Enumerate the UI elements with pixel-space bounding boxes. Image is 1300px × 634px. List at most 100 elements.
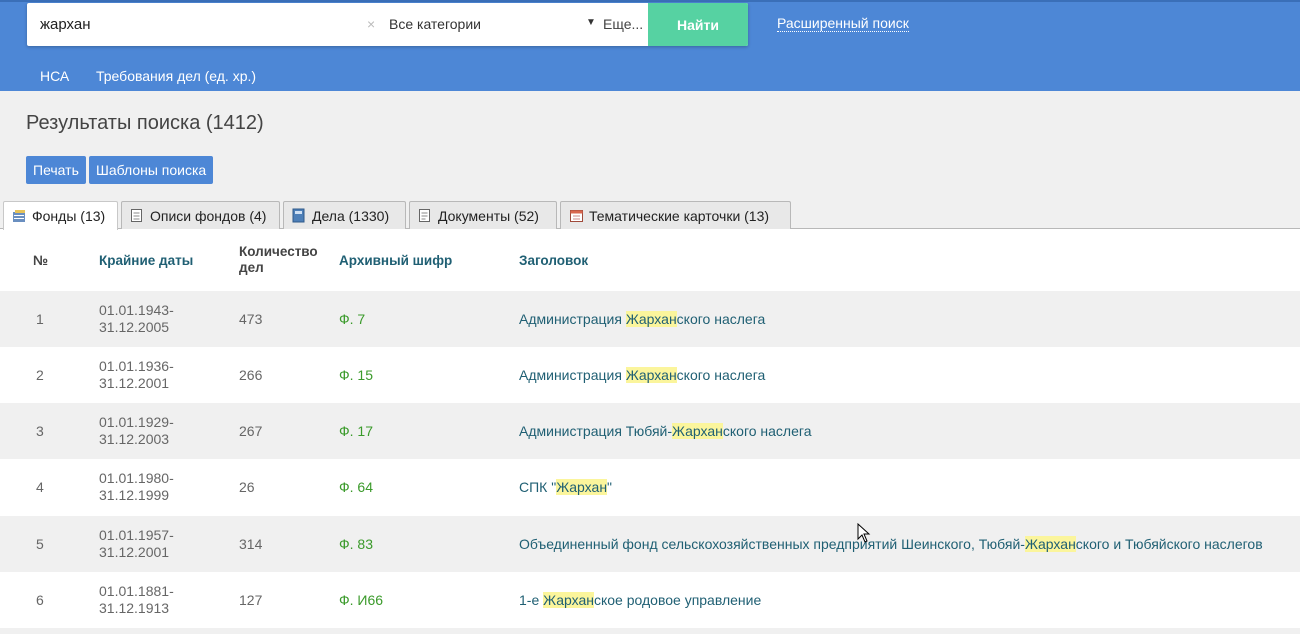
nav-item-nsa[interactable]: НСА bbox=[40, 68, 69, 84]
row-dates: 01.01.1943- 31.12.2005 bbox=[99, 302, 174, 336]
header-title[interactable]: Заголовок bbox=[519, 253, 588, 268]
row-title-link[interactable]: Администрация Жарханского наслега bbox=[519, 367, 765, 383]
search-highlight: Жархан bbox=[625, 367, 677, 383]
tab-documents[interactable]: Документы (52) bbox=[409, 201, 557, 229]
more-categories-link[interactable]: Еще... bbox=[603, 16, 643, 32]
tab-cases[interactable]: Дела (1330) bbox=[283, 201, 406, 229]
tab-label: Тематические карточки (13) bbox=[589, 207, 770, 224]
row-code-link[interactable]: Ф. 83 bbox=[339, 536, 373, 552]
title-text: " bbox=[607, 479, 613, 495]
tab-inventories[interactable]: Описи фондов (4) bbox=[121, 201, 280, 229]
row-dates: 01.01.1980- 31.12.1999 bbox=[99, 470, 174, 504]
row-count: 473 bbox=[239, 311, 263, 327]
title-text: ского наслега bbox=[676, 367, 766, 383]
page-title: Результаты поиска (1412) bbox=[26, 112, 264, 134]
row-dates: 01.01.1957- 31.12.2001 bbox=[99, 527, 174, 561]
table-row-partial bbox=[0, 628, 1300, 634]
row-title-link[interactable]: Администрация Жарханского наслега bbox=[519, 311, 765, 327]
calendar-cards-icon bbox=[569, 208, 583, 223]
title-text: ское родовое управление bbox=[593, 592, 762, 608]
tab-label: Документы (52) bbox=[438, 207, 539, 224]
row-num: 4 bbox=[36, 479, 44, 495]
row-num: 2 bbox=[36, 367, 44, 383]
date-to: 31.12.2005 bbox=[99, 319, 170, 335]
row-title-link[interactable]: Объединенный фонд сельскохозяйственных п… bbox=[519, 536, 1263, 552]
table-row[interactable]: 6 01.01.1881- 31.12.1913 127 Ф. И66 1-е Ж… bbox=[0, 572, 1300, 628]
header-count-line1: Количество bbox=[239, 244, 318, 259]
search-highlight: Жархан bbox=[672, 423, 723, 439]
table-row[interactable]: 3 01.01.1929- 31.12.2003 267 Ф. 17 Админи… bbox=[0, 403, 1300, 459]
documents-icon bbox=[418, 208, 432, 223]
row-count: 314 bbox=[239, 536, 263, 552]
title-text: СПК " bbox=[519, 479, 557, 495]
fonds-icon bbox=[12, 209, 26, 224]
title-text: ского наслега bbox=[676, 311, 766, 327]
title-text: 1-е bbox=[519, 592, 544, 608]
search-input[interactable] bbox=[27, 3, 347, 46]
search-highlight: Жархан bbox=[543, 592, 594, 608]
search-highlight: Жархан bbox=[625, 311, 677, 327]
row-title-link[interactable]: Администрация Тюбяй-Жарханского наслега bbox=[519, 423, 811, 439]
title-text: Администрация Тюбяй- bbox=[519, 423, 673, 439]
tab-label: Дела (1330) bbox=[312, 207, 390, 224]
table-header: № Крайние даты Количество дел Архивный ш… bbox=[0, 229, 1300, 291]
search-highlight: Жархан bbox=[1024, 536, 1076, 552]
title-text: Администрация bbox=[519, 367, 626, 383]
date-from: 01.01.1936- bbox=[99, 358, 174, 374]
mouse-cursor-icon bbox=[857, 522, 871, 546]
header-dates[interactable]: Крайние даты bbox=[99, 253, 193, 268]
title-text: Администрация bbox=[519, 311, 626, 327]
row-num: 1 bbox=[36, 311, 44, 327]
row-code-link[interactable]: Ф. И66 bbox=[339, 592, 383, 608]
inventory-icon bbox=[130, 208, 144, 223]
header-num: № bbox=[33, 253, 49, 268]
row-num: 6 bbox=[36, 592, 44, 608]
nav-item-case-requests[interactable]: Требования дел (ед. хр.) bbox=[96, 68, 256, 84]
search-highlight: Жархан bbox=[556, 479, 608, 495]
search-box: × Все категории ▼ Еще... Найти bbox=[27, 3, 748, 46]
header-bar: × Все категории ▼ Еще... Найти Расширенн… bbox=[0, 0, 1300, 91]
title-text: ского наслега bbox=[722, 423, 812, 439]
date-to: 31.12.2001 bbox=[99, 544, 170, 560]
row-code-link[interactable]: Ф. 15 bbox=[339, 367, 373, 383]
print-button[interactable]: Печать bbox=[26, 156, 86, 184]
header-count: Количество дел bbox=[239, 244, 318, 276]
table-row[interactable]: 1 01.01.1943- 31.12.2005 473 Ф. 7 Админис… bbox=[0, 291, 1300, 347]
row-num: 5 bbox=[36, 536, 44, 552]
row-code-link[interactable]: Ф. 64 bbox=[339, 479, 373, 495]
title-text: Объединенный фонд сельскохозяйственных п… bbox=[519, 536, 1025, 552]
date-from: 01.01.1957- bbox=[99, 527, 174, 543]
row-title-link[interactable]: 1-е Жарханское родовое управление bbox=[519, 592, 761, 608]
table-row[interactable]: 2 01.01.1936- 31.12.2001 266 Ф. 15 Админи… bbox=[0, 347, 1300, 403]
clear-icon[interactable]: × bbox=[367, 16, 375, 32]
row-count: 26 bbox=[239, 479, 255, 495]
caret-down-icon[interactable]: ▼ bbox=[586, 17, 596, 28]
date-from: 01.01.1929- bbox=[99, 414, 174, 430]
header-code[interactable]: Архивный шифр bbox=[339, 253, 452, 268]
find-button[interactable]: Найти bbox=[648, 3, 748, 46]
row-num: 3 bbox=[36, 423, 44, 439]
date-from: 01.01.1980- bbox=[99, 470, 174, 486]
date-to: 31.12.2001 bbox=[99, 375, 170, 391]
category-select[interactable]: Все категории bbox=[389, 16, 597, 32]
title-text: ского и Тюбяйского наслегов bbox=[1075, 536, 1263, 552]
date-to: 31.12.1999 bbox=[99, 487, 170, 503]
header-count-line2: дел bbox=[239, 260, 264, 275]
row-title-link[interactable]: СПК "Жархан" bbox=[519, 479, 612, 495]
row-count: 127 bbox=[239, 592, 263, 608]
row-dates: 01.01.1929- 31.12.2003 bbox=[99, 414, 174, 448]
row-code-link[interactable]: Ф. 17 bbox=[339, 423, 373, 439]
tab-thematic-cards[interactable]: Тематические карточки (13) bbox=[560, 201, 791, 229]
tab-label: Описи фондов (4) bbox=[150, 207, 267, 224]
cases-icon bbox=[292, 208, 306, 223]
tab-label: Фонды (13) bbox=[32, 208, 106, 224]
search-templates-button[interactable]: Шаблоны поиска bbox=[89, 156, 214, 184]
table-row[interactable]: 5 01.01.1957- 31.12.2001 314 Ф. 83 Объеди… bbox=[0, 516, 1300, 572]
tab-fonds[interactable]: Фонды (13) bbox=[3, 201, 118, 230]
date-from: 01.01.1943- bbox=[99, 302, 174, 318]
date-to: 31.12.1913 bbox=[99, 600, 170, 616]
row-code-link[interactable]: Ф. 7 bbox=[339, 311, 365, 327]
table-row[interactable]: 4 01.01.1980- 31.12.1999 26 Ф. 64 СПК "Жа… bbox=[0, 459, 1300, 515]
advanced-search-link[interactable]: Расширенный поиск bbox=[777, 15, 909, 32]
row-count: 266 bbox=[239, 367, 263, 383]
